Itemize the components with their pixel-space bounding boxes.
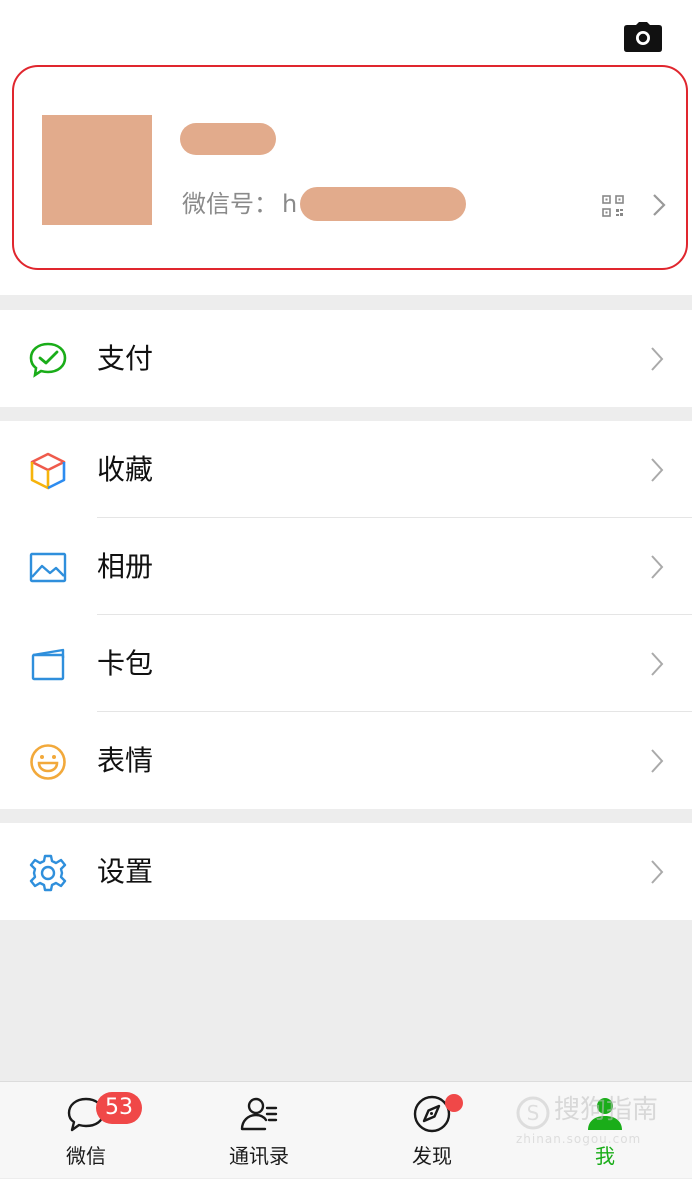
profile-header: 微信号： h bbox=[0, 0, 692, 295]
menu-item-label: 收藏 bbox=[97, 453, 154, 486]
svg-text:S: S bbox=[527, 1101, 540, 1125]
tab-label: 微信 bbox=[66, 1144, 106, 1168]
menu-item-favorites[interactable]: 收藏 bbox=[0, 421, 692, 518]
avatar[interactable] bbox=[42, 115, 152, 225]
tab-label: 发现 bbox=[412, 1144, 452, 1168]
tab-discover[interactable]: 发现 bbox=[372, 1082, 492, 1179]
menu-item-pay[interactable]: 支付 bbox=[0, 310, 692, 407]
chevron-right-icon bbox=[650, 859, 664, 885]
watermark-title: 搜狗指南 bbox=[554, 1095, 659, 1125]
menu-item-stickers[interactable]: 表情 bbox=[0, 712, 692, 809]
qr-code-icon[interactable] bbox=[602, 195, 624, 217]
new-content-dot-badge bbox=[445, 1094, 463, 1112]
wechat-id-redacted bbox=[300, 187, 466, 221]
tab-contacts[interactable]: 通讯录 bbox=[199, 1082, 319, 1179]
favorites-cube-icon bbox=[28, 451, 68, 491]
menu-item-card-pack[interactable]: 卡包 bbox=[0, 615, 692, 712]
wechat-id-label: 微信号： bbox=[182, 190, 278, 218]
watermark-url: zhinan.sogou.com bbox=[516, 1132, 642, 1146]
menu-item-label: 卡包 bbox=[97, 647, 154, 680]
menu-group-settings: 设置 bbox=[0, 823, 692, 920]
menu-item-label: 表情 bbox=[97, 744, 154, 777]
tab-label: 通讯录 bbox=[229, 1144, 289, 1168]
menu-item-label: 支付 bbox=[97, 342, 154, 375]
contacts-icon bbox=[239, 1094, 279, 1134]
menu-item-label: 设置 bbox=[97, 855, 154, 888]
album-image-icon bbox=[28, 548, 68, 588]
smiley-icon bbox=[28, 742, 68, 782]
gear-icon bbox=[28, 853, 68, 893]
wechat-id-value: h bbox=[282, 190, 298, 218]
chevron-right-icon bbox=[650, 554, 664, 580]
nickname-redacted bbox=[180, 123, 276, 155]
chevron-right-icon bbox=[650, 748, 664, 774]
unread-count-badge: 53 bbox=[96, 1092, 142, 1124]
menu-item-settings[interactable]: 设置 bbox=[0, 823, 692, 920]
chevron-right-icon bbox=[650, 457, 664, 483]
menu-group-content: 收藏 相册 卡包 表情 bbox=[0, 421, 692, 809]
chevron-right-icon bbox=[650, 651, 664, 677]
menu-item-label: 相册 bbox=[97, 550, 154, 583]
watermark: S 搜狗指南 zhinan.sogou.com bbox=[514, 1094, 674, 1154]
sogou-logo-icon: S bbox=[516, 1096, 550, 1130]
chevron-right-icon bbox=[650, 346, 664, 372]
camera-icon[interactable] bbox=[624, 22, 662, 52]
card-pack-icon bbox=[28, 645, 68, 685]
chevron-right-icon bbox=[652, 193, 666, 217]
profile-card[interactable]: 微信号： h bbox=[12, 65, 688, 270]
menu-group-pay: 支付 bbox=[0, 310, 692, 407]
wechat-id: 微信号： h bbox=[182, 187, 297, 221]
menu-item-album[interactable]: 相册 bbox=[0, 518, 692, 615]
wallet-icon bbox=[28, 340, 68, 380]
